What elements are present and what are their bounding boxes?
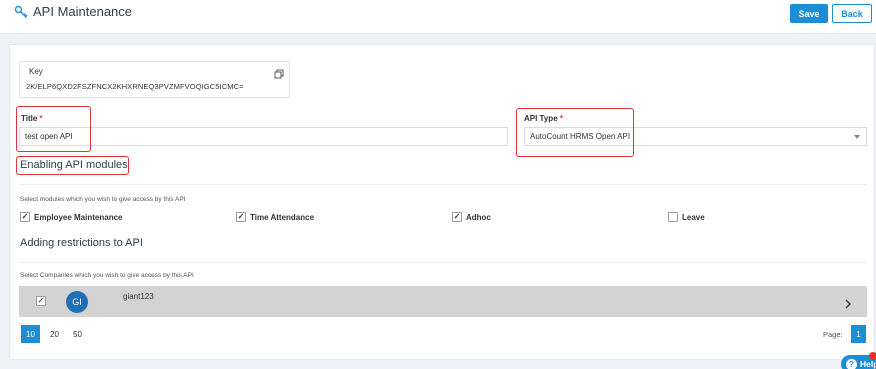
back-button[interactable]: Back: [832, 4, 872, 23]
page-title-text: API Maintenance: [33, 4, 133, 19]
checkbox-checked-icon[interactable]: ✓: [36, 296, 46, 306]
module-adhoc[interactable]: ✓ Adhoc: [452, 212, 491, 222]
module-label: Adhoc: [466, 212, 491, 222]
key-label: Key: [29, 67, 43, 76]
avatar: GI: [66, 291, 88, 313]
restrictions-hint: Select Companies which you wish to give …: [20, 272, 194, 279]
module-employee-maintenance[interactable]: ✓ Employee Maintenance: [20, 212, 122, 222]
chevron-down-icon: [854, 135, 860, 139]
checkbox-checked-icon[interactable]: ✓: [452, 212, 462, 222]
company-row[interactable]: ✓ GI giant123: [19, 286, 867, 317]
notification-dot: [869, 352, 876, 360]
api-type-label-text: API Type: [524, 114, 558, 123]
restrictions-heading: Adding restrictions to API: [20, 237, 143, 249]
question-icon: ?: [846, 358, 857, 369]
module-leave[interactable]: Leave: [668, 212, 705, 222]
api-type-value: AutoCount HRMS Open API: [530, 132, 631, 141]
key-value: 2K/ELP6QXD2FSZFNCX2KHXRNEQ3PVZMFVOQIGC5I…: [26, 82, 244, 91]
title-input[interactable]: test open API: [19, 127, 508, 146]
key-box: Key 2K/ELP6QXD2FSZFNCX2KHXRNEQ3PVZMFVOQI…: [19, 61, 290, 98]
divider: [19, 184, 867, 185]
required-mark: *: [39, 114, 43, 123]
divider: [19, 262, 867, 263]
checkbox-checked-icon[interactable]: ✓: [20, 212, 30, 222]
checkbox-unchecked-icon[interactable]: [668, 212, 678, 222]
page-label: Page:: [823, 330, 843, 339]
chevron-right-icon[interactable]: [843, 296, 853, 309]
api-type-select[interactable]: AutoCount HRMS Open API: [524, 127, 867, 146]
modules-heading: Enabling API modules: [20, 159, 128, 171]
module-label: Time Attendance: [250, 212, 315, 222]
page-size-20[interactable]: 20: [45, 325, 64, 343]
checkbox-checked-icon[interactable]: ✓: [236, 212, 246, 222]
title-input-value: test open API: [25, 132, 73, 141]
module-label: Leave: [682, 212, 705, 222]
page-size-50[interactable]: 50: [68, 325, 87, 343]
module-label: Employee Maintenance: [34, 212, 123, 222]
save-button[interactable]: Save: [790, 4, 828, 23]
title-label-text: Title: [21, 114, 38, 123]
top-bar: API Maintenance Save Back: [0, 0, 876, 34]
title-label: Title *: [21, 114, 43, 123]
module-time-attendance[interactable]: ✓ Time Attendance: [236, 212, 314, 222]
copy-icon[interactable]: [274, 66, 284, 79]
required-mark: *: [559, 114, 563, 123]
page-title: API Maintenance: [14, 4, 132, 19]
modules-hint: Select modules which you wish to give ac…: [20, 196, 186, 203]
key-icon: [14, 5, 28, 19]
help-label: Help: [860, 359, 876, 369]
page-size-10[interactable]: 10: [21, 325, 40, 343]
company-name: giant123: [123, 292, 154, 301]
api-type-label: API Type *: [524, 114, 563, 123]
page-number-1[interactable]: 1: [851, 325, 866, 343]
